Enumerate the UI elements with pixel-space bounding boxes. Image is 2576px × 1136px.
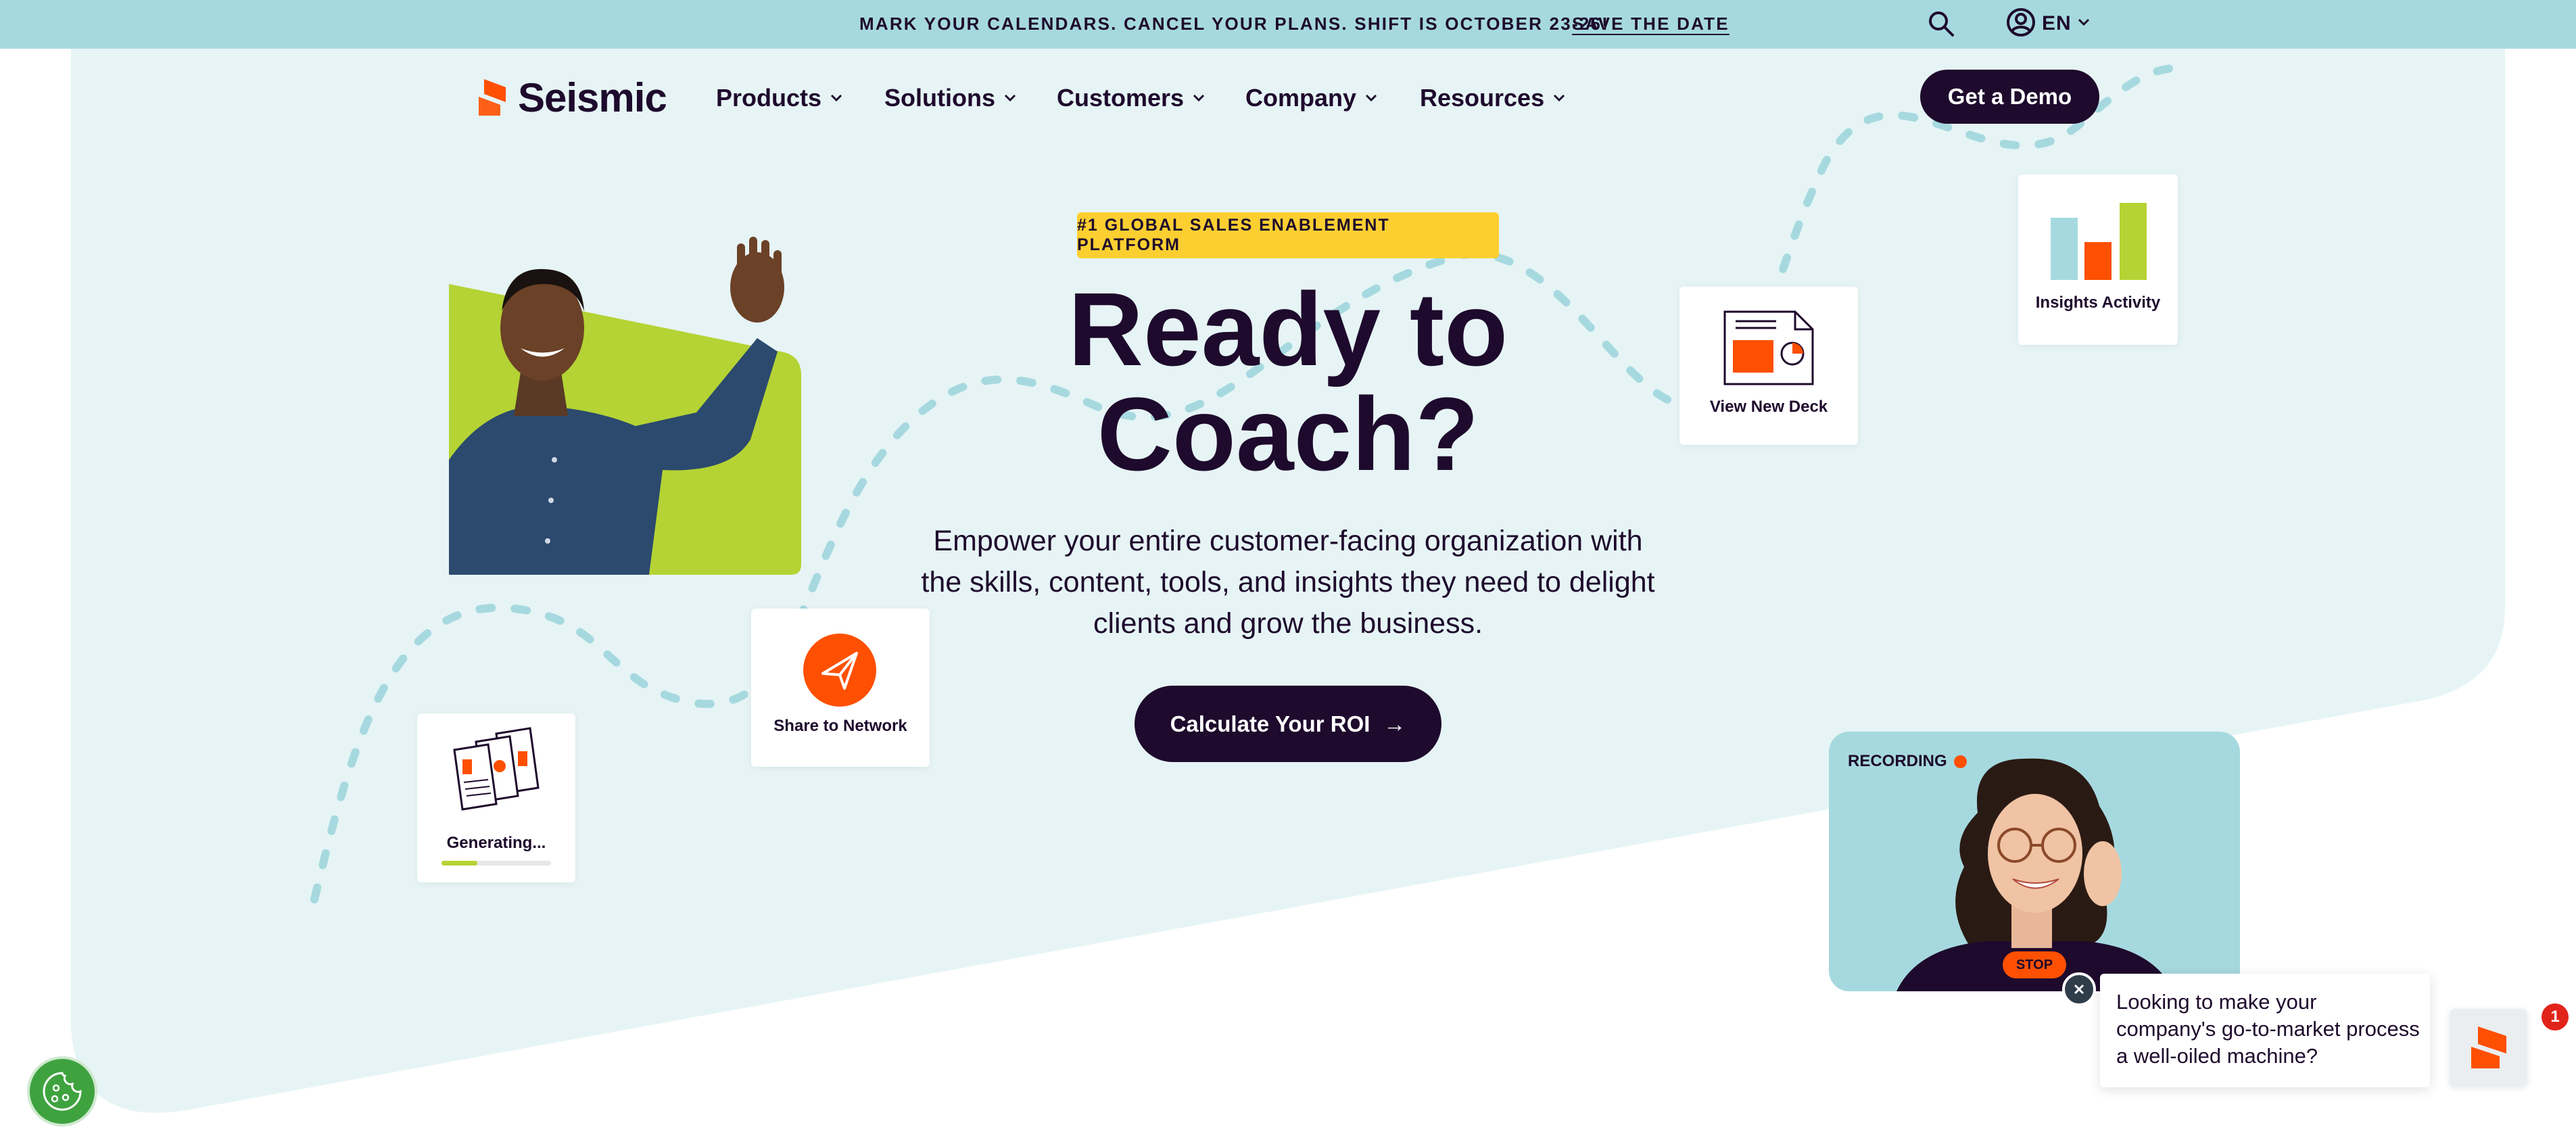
deck-card-label: View New Deck: [1709, 398, 1828, 416]
nav-item-label: Products: [716, 84, 822, 112]
nav-item-products[interactable]: Products: [716, 81, 843, 115]
nav-item-resources[interactable]: Resources: [1420, 81, 1566, 115]
announcement-bar: MARK YOUR CALENDARS. CANCEL YOUR PLANS. …: [0, 0, 2576, 49]
platform-badge: #1 GLOBAL SALES ENABLEMENT PLATFORM: [1077, 212, 1499, 258]
language-selector[interactable]: EN: [2005, 7, 2091, 41]
announcement-message: MARK YOUR CALENDARS. CANCEL YOUR PLANS. …: [859, 14, 1609, 34]
chevron-down-icon: [1554, 94, 1565, 102]
generating-progress-fill: [442, 861, 478, 866]
stop-recording-button[interactable]: STOP: [2003, 951, 2066, 978]
chevron-down-icon: [1004, 94, 1016, 102]
save-the-date-link[interactable]: SAVE THE DATE: [1572, 14, 1730, 34]
chat-message-bubble[interactable]: Looking to make your company's go-to-mar…: [2100, 974, 2430, 1087]
main-navigation: Seismic Products Solutions Customers Com…: [0, 49, 2576, 147]
calculate-roi-button[interactable]: Calculate Your ROI →: [1135, 686, 1441, 762]
insights-card-label: Insights Activity: [2035, 293, 2161, 312]
hero-headline: Ready to Coach?: [913, 277, 1663, 487]
generating-card-label: Generating...: [446, 834, 546, 852]
nav-item-solutions[interactable]: Solutions: [884, 81, 1017, 115]
chat-launcher-button[interactable]: [2450, 1009, 2527, 1087]
document-icon: [1723, 310, 1814, 385]
arrow-right-icon: →: [1383, 711, 1406, 736]
nav-item-customers[interactable]: Customers: [1057, 81, 1206, 115]
language-label: EN: [2042, 12, 2072, 34]
generating-card: Generating...: [417, 713, 575, 882]
headline-line-1: Ready to: [1068, 271, 1508, 387]
documents-icon: [453, 727, 540, 811]
generating-progress-track: [442, 861, 551, 866]
bar-chart-icon: [2051, 203, 2147, 280]
nav-item-label: Customers: [1057, 84, 1185, 112]
chevron-down-icon: [830, 94, 842, 102]
close-chat-icon[interactable]: [2062, 972, 2096, 1006]
seismic-logo-mark: [479, 79, 506, 116]
chevron-down-icon: [1193, 94, 1205, 102]
nav-item-company[interactable]: Company: [1245, 81, 1378, 115]
cookie-icon: [43, 1072, 82, 1111]
brand-name: Seismic: [518, 74, 667, 120]
seismic-chat-icon: [2471, 1026, 2506, 1068]
user-circle-icon: [2005, 7, 2036, 41]
chat-message-text: Looking to make your company's go-to-mar…: [2116, 990, 2420, 1068]
waving-man-photo: [449, 237, 801, 575]
insights-activity-card: Insights Activity: [2018, 174, 2178, 345]
roi-button-label: Calculate Your ROI: [1170, 711, 1370, 736]
chat-notification-badge: 1: [2542, 1003, 2569, 1031]
headline-line-2: Coach?: [1097, 376, 1479, 492]
nav-item-label: Solutions: [884, 84, 995, 112]
nav-item-label: Resources: [1420, 84, 1545, 112]
seismic-logo[interactable]: Seismic: [476, 73, 667, 122]
get-a-demo-button[interactable]: Get a Demo: [1920, 70, 2099, 124]
paper-plane-icon: [803, 634, 876, 707]
view-new-deck-card: View New Deck: [1679, 287, 1858, 445]
recording-video-card: RECORDING STOP: [1829, 732, 2240, 991]
search-icon[interactable]: [1926, 8, 1957, 39]
cookie-settings-button[interactable]: [27, 1056, 97, 1127]
share-to-network-card: Share to Network: [751, 609, 930, 767]
share-card-label: Share to Network: [773, 717, 907, 735]
chevron-down-icon: [1365, 94, 1377, 102]
chevron-down-icon: [2077, 18, 2091, 30]
hero-subtext: Empower your entire customer-facing orga…: [921, 525, 1655, 640]
nav-item-label: Company: [1245, 84, 1357, 112]
